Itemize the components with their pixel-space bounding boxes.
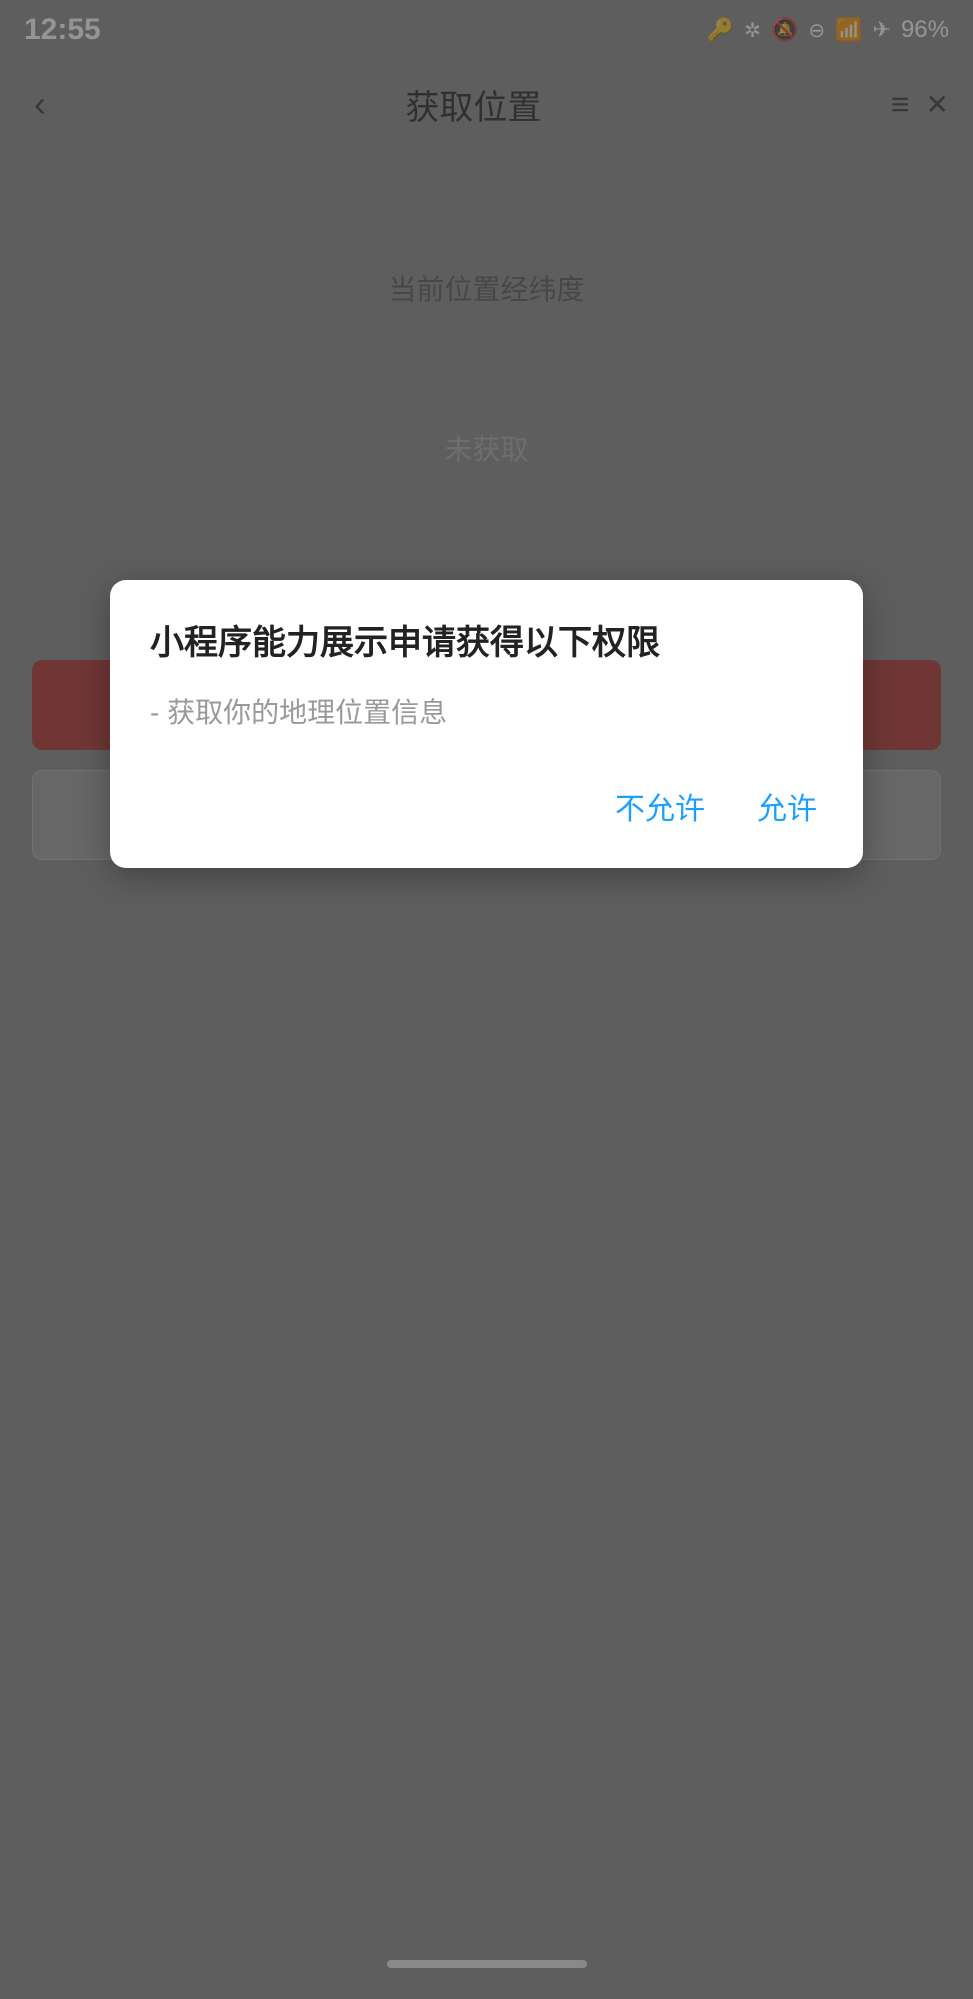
permission-dialog: 小程序能力展示申请获得以下权限 - 获取你的地理位置信息 不允许 允许: [110, 580, 863, 868]
dialog-overlay: [0, 0, 973, 1999]
dialog-actions: 不允许 允许: [150, 764, 823, 838]
deny-button[interactable]: 不允许: [609, 774, 711, 838]
dialog-permission-text: - 获取你的地理位置信息: [150, 692, 823, 734]
allow-button[interactable]: 允许: [751, 774, 823, 838]
dialog-title: 小程序能力展示申请获得以下权限: [150, 620, 823, 668]
